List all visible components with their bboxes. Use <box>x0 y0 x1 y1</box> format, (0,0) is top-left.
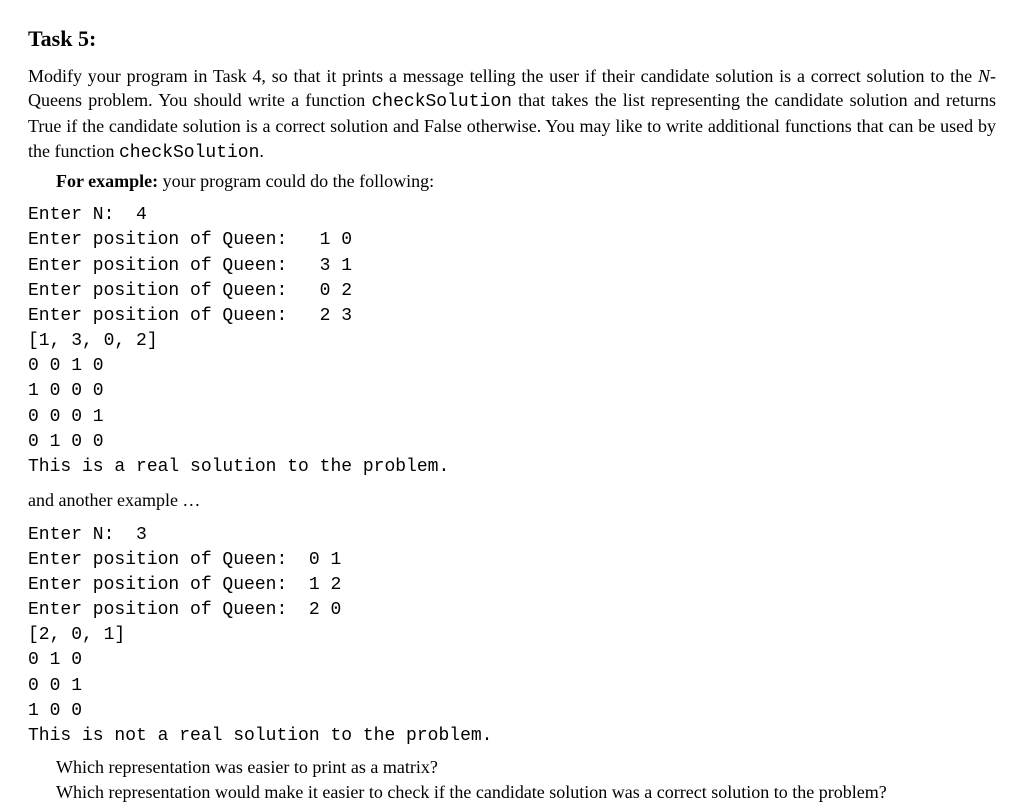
question-2: Which representation would make it easie… <box>56 780 996 804</box>
followup-questions: Which representation was easier to print… <box>56 755 996 804</box>
question-1: Which representation was easier to print… <box>56 755 996 779</box>
func-name-1: checkSolution <box>372 92 512 112</box>
task-body: Modify your program in Task 4, so that i… <box>28 64 996 165</box>
task-title: Task 5: <box>28 24 996 54</box>
body-prefix: Modify your program in Task 4, so that i… <box>28 66 978 86</box>
example-intro: For example: your program could do the f… <box>56 169 996 193</box>
code-block-2: Enter N: 3 Enter position of Queen: 0 1 … <box>28 523 996 750</box>
example-intro-rest: your program could do the following: <box>158 171 434 191</box>
code-block-1: Enter N: 4 Enter position of Queen: 1 0 … <box>28 203 996 480</box>
body-suffix: . <box>259 141 264 161</box>
and-another: and another example … <box>28 488 996 512</box>
nqueens-n: N <box>978 66 990 86</box>
func-name-2: checkSolution <box>119 143 259 163</box>
example-intro-bold: For example: <box>56 171 158 191</box>
